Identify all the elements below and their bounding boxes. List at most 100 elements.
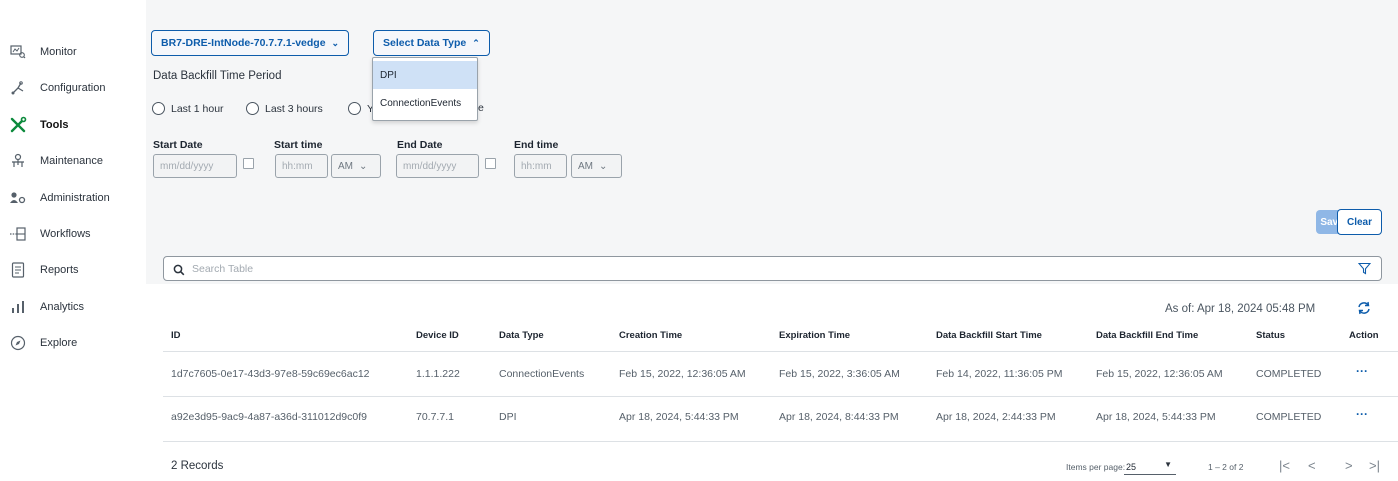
column-header-backfill-start[interactable]: Data Backfill Start Time	[936, 330, 1042, 341]
menu-item-dpi[interactable]: DPI	[373, 61, 477, 89]
sidebar-item-reports[interactable]: Reports	[0, 255, 146, 285]
radio-label: Last 1 hour	[171, 102, 224, 115]
sidebar-item-monitor[interactable]: Monitor	[0, 37, 146, 67]
start-ampm-select[interactable]: AM ⌄	[331, 154, 381, 178]
refresh-icon[interactable]	[1356, 301, 1372, 320]
data-type-select-label: Select Data Type	[383, 37, 467, 49]
sidebar-item-analytics[interactable]: Analytics	[0, 292, 146, 322]
sidebar-item-label: Maintenance	[40, 155, 103, 167]
clear-button[interactable]: Clear	[1337, 209, 1382, 235]
cell-data-type: ConnectionEvents	[499, 368, 585, 380]
end-time-input[interactable]: hh:mm	[514, 154, 567, 178]
table-divider	[163, 441, 1398, 442]
device-select[interactable]: BR7-DRE-IntNode-70.7.7.1-vedge ⌄	[151, 30, 350, 56]
search-input[interactable]: Search Table	[163, 256, 1382, 281]
last-page-button[interactable]: >|	[1369, 458, 1380, 473]
radio-label: Last 3 hours	[265, 102, 323, 115]
sidebar-item-label: Administration	[40, 192, 110, 204]
calendar-icon[interactable]	[243, 158, 254, 169]
row-action-menu[interactable]: ···	[1356, 364, 1368, 378]
column-header-device-id[interactable]: Device ID	[416, 330, 459, 341]
sidebar-item-label: Explore	[40, 337, 78, 349]
cell-backfill-end: Apr 18, 2024, 5:44:33 PM	[1096, 411, 1216, 423]
cell-status: COMPLETED	[1256, 411, 1322, 423]
cell-expiration-time: Feb 15, 2022, 3:36:05 AM	[779, 368, 900, 380]
maintenance-icon	[9, 152, 27, 170]
cell-id: a92e3d95-9ac9-4a87-a36d-311012d9c0f9	[171, 411, 367, 423]
data-type-menu: DPI ConnectionEvents	[372, 57, 478, 121]
radio-circle	[152, 102, 165, 115]
filter-icon[interactable]	[1357, 262, 1372, 280]
cell-device-id: 70.7.7.1	[416, 411, 454, 423]
radio-option-3[interactable]: Y	[348, 102, 374, 115]
cell-backfill-start: Apr 18, 2024, 2:44:33 PM	[936, 411, 1056, 423]
table-divider	[163, 396, 1398, 397]
start-time-label: Start time	[274, 139, 323, 151]
as-of-timestamp: As of: Apr 18, 2024 05:48 PM	[1165, 303, 1316, 315]
page-range: 1 – 2 of 2	[1208, 462, 1244, 472]
column-header-status[interactable]: Status	[1256, 330, 1285, 341]
table-divider	[163, 351, 1398, 352]
start-date-label: Start Date	[153, 139, 203, 151]
cell-id: 1d7c7605-0e17-43d3-97e8-59c69ec6ac12	[171, 368, 370, 380]
end-time-label: End time	[514, 139, 559, 151]
end-date-label: End Date	[397, 139, 443, 151]
tools-icon	[9, 116, 27, 134]
chevron-up-icon: ⌃	[472, 37, 480, 48]
data-type-select[interactable]: Select Data Type ⌃	[373, 30, 490, 56]
row-action-menu[interactable]: ···	[1356, 407, 1368, 421]
end-date-input[interactable]: mm/dd/yyyy	[396, 154, 479, 178]
sidebar-item-configuration[interactable]: Configuration	[0, 73, 146, 103]
chevron-down-icon: ⌄	[599, 160, 608, 172]
radio-circle	[348, 102, 361, 115]
app-root: Monitor Configuration Tools Maintenance …	[0, 0, 1398, 481]
next-page-button[interactable]: >	[1345, 458, 1353, 473]
sidebar-item-explore[interactable]: Explore	[0, 328, 146, 358]
radio-label: e	[478, 102, 484, 114]
start-date-input[interactable]: mm/dd/yyyy	[153, 154, 237, 178]
sidebar: Monitor Configuration Tools Maintenance …	[0, 0, 146, 481]
column-header-data-type[interactable]: Data Type	[499, 330, 544, 341]
radio-circle	[246, 102, 259, 115]
chevron-down-icon: ⌄	[359, 160, 368, 172]
menu-item-connectionevents[interactable]: ConnectionEvents	[373, 89, 477, 117]
search-placeholder: Search Table	[192, 262, 254, 275]
column-header-action: Action	[1349, 330, 1379, 341]
sidebar-item-label: Workflows	[40, 228, 91, 240]
sidebar-item-workflows[interactable]: Workflows	[0, 219, 146, 249]
calendar-icon[interactable]	[485, 158, 496, 169]
search-icon	[173, 263, 185, 281]
records-count: 2 Records	[171, 460, 224, 472]
analytics-icon	[9, 298, 27, 316]
sidebar-item-label: Analytics	[40, 301, 85, 313]
column-header-expiration-time[interactable]: Expiration Time	[779, 330, 850, 341]
monitor-icon	[9, 43, 27, 61]
chevron-down-icon: ⌄	[331, 37, 340, 48]
column-header-backfill-end[interactable]: Data Backfill End Time	[1096, 330, 1198, 341]
sidebar-item-maintenance[interactable]: Maintenance	[0, 146, 146, 176]
items-per-page-value: 25	[1126, 461, 1137, 472]
cell-backfill-end: Feb 15, 2022, 12:36:05 AM	[1096, 368, 1223, 380]
start-time-input[interactable]: hh:mm	[275, 154, 328, 178]
items-per-page-label: Items per page:	[1066, 462, 1126, 472]
cell-device-id: 1.1.1.222	[416, 368, 460, 380]
end-ampm-select[interactable]: AM ⌄	[571, 154, 622, 178]
caret-down-icon: ▼	[1164, 460, 1172, 469]
radio-last-3-hours[interactable]: Last 3 hours	[246, 102, 323, 115]
first-page-button[interactable]: |<	[1279, 458, 1290, 473]
prev-page-button[interactable]: <	[1308, 458, 1316, 473]
sidebar-item-label: Configuration	[40, 82, 106, 94]
cell-status: COMPLETED	[1256, 368, 1322, 380]
sidebar-item-administration[interactable]: Administration	[0, 183, 146, 213]
items-per-page-select[interactable]: 25 ▼	[1124, 459, 1176, 475]
device-select-label: BR7-DRE-IntNode-70.7.7.1-vedge	[161, 37, 326, 49]
ampm-value: AM	[578, 160, 593, 172]
sidebar-item-tools[interactable]: Tools	[0, 110, 146, 140]
sidebar-item-label: Monitor	[40, 46, 77, 58]
column-header-id[interactable]: ID	[171, 330, 181, 341]
radio-last-1-hour[interactable]: Last 1 hour	[152, 102, 224, 115]
cell-creation-time: Feb 15, 2022, 12:36:05 AM	[619, 368, 746, 380]
explore-icon	[9, 334, 27, 352]
radio-option-4-label: e	[478, 102, 484, 114]
column-header-creation-time[interactable]: Creation Time	[619, 330, 682, 341]
